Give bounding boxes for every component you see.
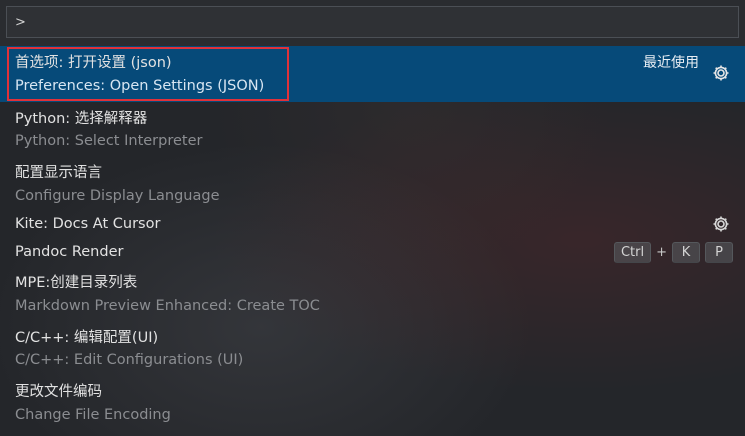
command-detail: C/C++: Edit Configurations (UI) [15,352,244,368]
gear-icon[interactable] [711,63,731,83]
command-label: Pandoc Render [15,244,124,260]
gear-icon[interactable] [711,214,731,234]
command-item-kite-docs-at-cursor[interactable]: Kite: Docs At Cursor [0,210,745,238]
key-plus: + [656,245,667,260]
command-label: Python: 选择解释器 [15,111,148,127]
command-palette: 首选项: 打开设置 (json) Preferences: Open Setti… [0,0,745,436]
keybinding: Ctrl + K P [613,242,733,263]
command-label: 更改文件编码 [15,384,102,400]
command-label: 首选项: 打开设置 (json) [15,55,172,71]
command-detail: Change File Encoding [15,407,171,423]
command-label: Kite: Docs At Cursor [15,216,161,232]
recently-used-badge: 最近使用 [643,55,699,71]
command-label: 配置显示语言 [15,165,102,181]
command-detail: Configure Display Language [15,188,220,204]
key-p: P [705,242,733,263]
command-label: MPE:创建目录列表 [15,275,138,291]
key-k: K [672,242,700,263]
command-detail: Python: Select Interpreter [15,133,203,149]
command-item-pandoc-render[interactable]: Pandoc Render Ctrl + K P [0,238,745,266]
command-input[interactable] [6,6,739,38]
key-ctrl: Ctrl [613,242,652,263]
command-detail: Markdown Preview Enhanced: Create TOC [15,298,320,314]
command-item-change-file-encoding[interactable]: 更改文件编码 Change File Encoding [0,374,745,428]
command-detail: Preferences: Open Settings (JSON) [15,78,265,94]
command-input-container [0,0,745,46]
command-item-cpp-edit-configurations[interactable]: C/C++: 编辑配置(UI) C/C++: Edit Configuratio… [0,320,745,374]
command-item-configure-display-language[interactable]: 配置显示语言 Configure Display Language [0,156,745,210]
command-item-mpe-create-toc[interactable]: MPE:创建目录列表 Markdown Preview Enhanced: Cr… [0,266,745,320]
command-list: 首选项: 打开设置 (json) Preferences: Open Setti… [0,46,745,436]
command-item-open-settings-json[interactable]: 首选项: 打开设置 (json) Preferences: Open Setti… [0,46,745,102]
command-label: C/C++: 编辑配置(UI) [15,330,159,346]
command-item-python-select-interpreter[interactable]: Python: 选择解释器 Python: Select Interpreter [0,102,745,156]
